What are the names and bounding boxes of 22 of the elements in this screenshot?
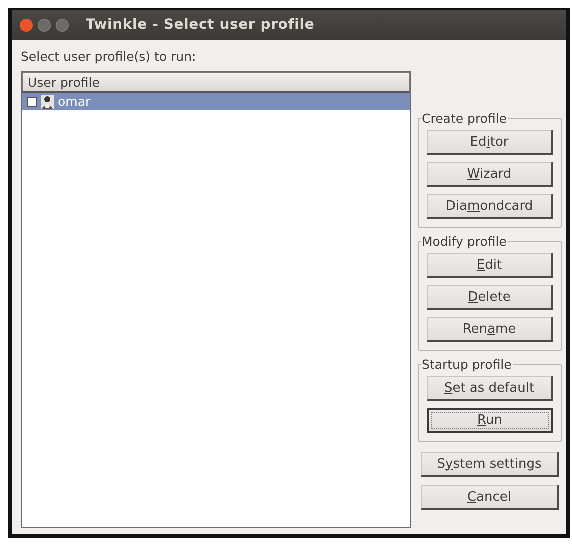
push-button[interactable]: Rename (427, 317, 553, 342)
push-button[interactable]: Delete (427, 285, 553, 310)
prompt-label: Select user profile(s) to run: (21, 49, 198, 64)
push-button[interactable]: Wizard (427, 162, 553, 187)
close-button[interactable] (20, 18, 33, 32)
column-header[interactable]: User profile (22, 72, 410, 93)
push-button[interactable]: Editor (427, 130, 553, 155)
checkbox[interactable] (27, 96, 37, 106)
user-icon (41, 94, 54, 108)
profile-name: omar (58, 94, 91, 109)
group-title: Modify profile (421, 234, 508, 249)
minimize-button[interactable] (38, 18, 51, 32)
push-button[interactable]: Run (427, 408, 553, 433)
push-button[interactable]: Set as default (427, 376, 553, 401)
group-title: Create profile (421, 111, 508, 126)
group-title: Startup profile (421, 357, 513, 372)
push-button[interactable]: Diamondcard (427, 194, 553, 219)
push-button[interactable]: System settings (421, 452, 559, 477)
push-button[interactable]: Cancel (421, 485, 559, 510)
window-title: Twinkle - Select user profile (86, 17, 315, 33)
push-button[interactable]: Edit (427, 253, 553, 278)
maximize-button[interactable] (56, 18, 69, 32)
